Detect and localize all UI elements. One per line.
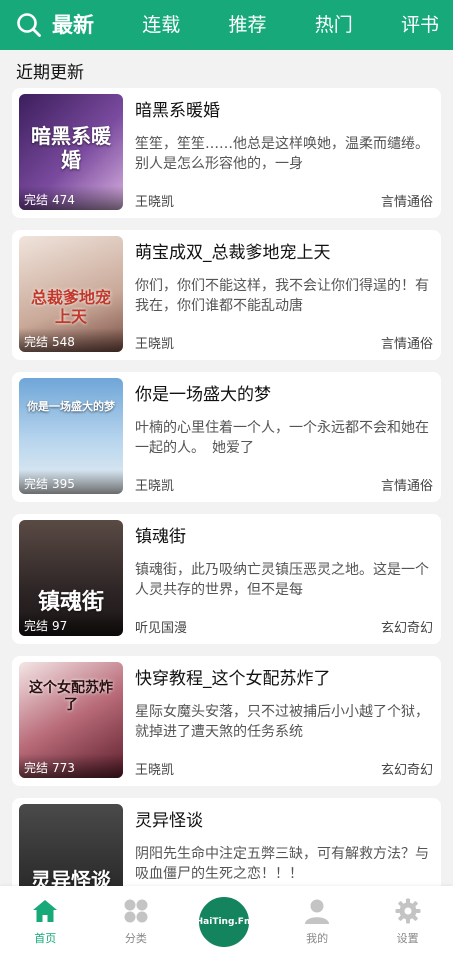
book-author: 听见国漫 [135, 621, 188, 636]
book-status: 完结 395 [19, 470, 123, 494]
book-genre: 玄幻奇幻 [380, 621, 433, 636]
nav-settings[interactable]: 设置 [373, 886, 443, 946]
nav-category-label: 分类 [124, 932, 147, 945]
book-desc: 笙笙，笙笙……他总是这样唤她，温柔而缱绻。别人是怎么形容他的，一身 [135, 136, 429, 172]
book-cover: 镇魂街 完结 97 [19, 520, 123, 636]
nav-home[interactable]: 首页 [10, 886, 80, 946]
book-list: 暗黑系暖婚 完结 474 暗黑系暖婚 笙笙，笙笙……他总是这样唤她，温柔而缱绻。别… [12, 88, 441, 940]
grid-icon [124, 899, 148, 923]
tab-serial[interactable]: 连载 [142, 0, 180, 50]
home-icon [33, 900, 58, 922]
user-icon [305, 899, 330, 924]
book-card[interactable]: 总裁爹地宠上天 完结 548 萌宝成双_总裁爹地宠上天 你们，你们不能这样，我不会… [12, 230, 441, 360]
nav-mine[interactable]: 我的 [282, 886, 352, 946]
book-title: 镇魂街 [135, 527, 186, 547]
book-cover: 你是一场盛大的梦 完结 395 [19, 378, 123, 494]
nav-radio[interactable]: HaiTing.Fm [191, 886, 261, 955]
book-status: 完结 97 [19, 612, 123, 636]
book-cover: 暗黑系暖婚 完结 474 [19, 94, 123, 210]
book-status: 完结 548 [19, 328, 123, 352]
nav-mine-label: 我的 [306, 932, 329, 945]
nav-home-label: 首页 [34, 932, 57, 945]
book-title: 萌宝成双_总裁爹地宠上天 [135, 243, 331, 263]
book-author: 王晓凯 [135, 337, 175, 352]
book-genre: 言情通俗 [380, 479, 433, 494]
cover-title: 这个女配苏炸了 [29, 680, 113, 713]
tab-storytelling[interactable]: 评书 [401, 0, 439, 50]
nav-settings-label: 设置 [396, 932, 419, 945]
tab-recommend[interactable]: 推荐 [228, 0, 266, 50]
nav-category[interactable]: 分类 [101, 886, 171, 946]
book-genre: 玄幻奇幻 [380, 763, 433, 778]
book-desc: 你们，你们不能这样，我不会让你们得逞的！有我在，你们谁都不能乱动唐 [135, 278, 429, 314]
tab-hot[interactable]: 热门 [315, 0, 353, 50]
top-bar: 最新 连载 推荐 热门 评书 [0, 0, 453, 50]
search-icon [17, 13, 41, 37]
section-title: 近期更新 [16, 63, 84, 83]
book-author: 王晓凯 [135, 195, 175, 210]
book-cover: 总裁爹地宠上天 完结 548 [19, 236, 123, 352]
tab-latest[interactable]: 最新 [52, 0, 94, 50]
cover-title: 总裁爹地宠上天 [30, 288, 111, 327]
book-title: 灵异怪谈 [135, 811, 203, 831]
radio-icon: HaiTing.Fm [195, 917, 254, 927]
book-card[interactable]: 暗黑系暖婚 完结 474 暗黑系暖婚 笙笙，笙笙……他总是这样唤她，温柔而缱绻。别… [12, 88, 441, 218]
bottom-nav: 首页 分类 HaiTing.Fm 我的 设置 [0, 886, 453, 955]
category-tabs: 最新 连载 推荐 热门 评书 [52, 0, 453, 50]
cover-title: 你是一场盛大的梦 [27, 400, 115, 413]
book-desc: 叶楠的心里住着一个人，一个永远都不会和她在一起的人。 她爱了 [135, 420, 429, 456]
book-desc: 镇魂街，此乃吸纳亡灵镇压恶灵之地。这是一个人灵共存的世界，但不是每 [135, 562, 429, 598]
book-status: 完结 773 [19, 754, 123, 778]
gear-icon [395, 898, 421, 924]
book-genre: 言情通俗 [380, 195, 433, 210]
book-card[interactable]: 你是一场盛大的梦 完结 395 你是一场盛大的梦 叶楠的心里住着一个人，一个永远都… [12, 372, 441, 502]
book-author: 王晓凯 [135, 763, 175, 778]
book-cover: 这个女配苏炸了 完结 773 [19, 662, 123, 778]
book-title: 你是一场盛大的梦 [135, 385, 271, 405]
book-card[interactable]: 这个女配苏炸了 完结 773 快穿教程_这个女配苏炸了 星际女魔头安落，只不过被捕… [12, 656, 441, 786]
book-title: 快穿教程_这个女配苏炸了 [135, 669, 331, 689]
search-button[interactable] [6, 0, 52, 50]
book-author: 王晓凯 [135, 479, 175, 494]
book-desc: 阴阳先生命中注定五弊三缺，可有解救方法？与吸血僵尸的生死之恋！！！ [135, 846, 429, 882]
book-title: 暗黑系暖婚 [135, 101, 220, 121]
cover-title: 暗黑系暖婚 [31, 124, 111, 172]
radio-button[interactable]: HaiTing.Fm [195, 894, 254, 950]
book-genre: 言情通俗 [380, 337, 433, 352]
book-status: 完结 474 [19, 186, 123, 210]
book-card[interactable]: 镇魂街 完结 97 镇魂街 镇魂街，此乃吸纳亡灵镇压恶灵之地。这是一个人灵共存的世… [12, 514, 441, 644]
book-desc: 星际女魔头安落，只不过被捕后小小越了个狱，就掉进了遭天煞的任务系统 [135, 704, 429, 740]
